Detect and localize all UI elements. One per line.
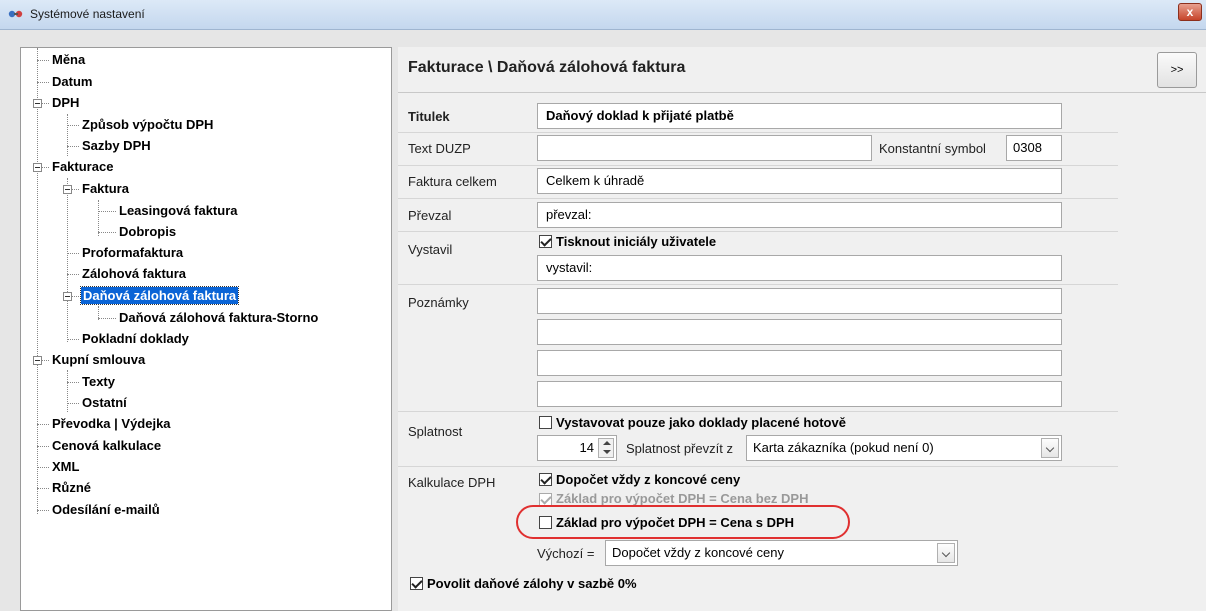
poznamky-line-3[interactable] — [537, 350, 1062, 376]
poznamky-line-4[interactable] — [537, 381, 1062, 407]
tree-item-leasingova-faktura[interactable]: Leasingová faktura — [119, 202, 238, 219]
dopocet-label: Dopočet vždy z koncové ceny — [556, 472, 741, 487]
tree-item-texty[interactable]: Texty — [82, 373, 115, 390]
vystavil-input[interactable]: vystavil: — [537, 255, 1062, 281]
tree-item-zpusob-vypoctu-dph[interactable]: Způsob výpočtu DPH — [82, 116, 213, 133]
text-duzp-label: Text DUZP — [408, 141, 471, 156]
collapse-icon[interactable] — [33, 356, 42, 365]
vychozi-label: Výchozí = — [537, 546, 595, 561]
konstantni-symbol-label: Konstantní symbol — [879, 141, 986, 156]
tisknout-inicialy-checkbox[interactable] — [539, 235, 552, 248]
prevzal-label: Převzal — [408, 208, 452, 223]
faktura-celkem-input[interactable]: Celkem k úhradě — [537, 168, 1062, 194]
window-titlebar: Systémové nastavení x — [0, 0, 1206, 30]
tree-item-cenova-kalkulace[interactable]: Cenová kalkulace — [52, 437, 161, 454]
tree-item-kupni-smlouva[interactable]: Kupní smlouva — [52, 351, 145, 368]
tree-item-datum[interactable]: Datum — [52, 73, 92, 90]
annotation-highlight — [516, 505, 850, 539]
next-section-button[interactable]: >> — [1157, 52, 1197, 88]
faktura-celkem-label: Faktura celkem — [408, 174, 497, 189]
povolit-zalohy-label: Povolit daňové zálohy v sazbě 0% — [427, 576, 637, 591]
tree-item-dobropis[interactable]: Dobropis — [119, 223, 176, 240]
collapse-icon[interactable] — [63, 185, 72, 194]
splatnost-label: Splatnost — [408, 424, 463, 439]
pouze-hotove-label: Vystavovat pouze jako doklady placené ho… — [556, 415, 846, 430]
collapse-icon[interactable] — [33, 163, 42, 172]
konstantni-symbol-input[interactable]: 0308 — [1006, 135, 1062, 161]
tree-item-danova-zalohova-faktura[interactable]: Daňová zálohová faktura — [79, 286, 240, 305]
tree-item-xml[interactable]: XML — [52, 458, 79, 475]
splatnost-days-value: 14 — [579, 440, 594, 455]
collapse-icon[interactable] — [63, 292, 72, 301]
tree-item-danova-zalohova-faktura-storno[interactable]: Daňová zálohová faktura-Storno — [119, 309, 318, 326]
vychozi-value: Dopočet vždy z koncové ceny — [612, 545, 784, 560]
poznamky-line-2[interactable] — [537, 319, 1062, 345]
text-duzp-input[interactable] — [537, 135, 872, 161]
titulek-input[interactable]: Daňový doklad k přijaté platbě — [537, 103, 1062, 129]
tree-item-ruzne[interactable]: Různé — [52, 479, 91, 496]
poznamky-line-1[interactable] — [537, 288, 1062, 314]
tree-item-dph[interactable]: DPH — [52, 94, 79, 111]
poznamky-label: Poznámky — [408, 295, 469, 310]
splatnost-prevzit-select[interactable]: Karta zákazníka (pokud není 0) — [746, 435, 1062, 461]
close-button[interactable]: x — [1178, 3, 1202, 21]
app-icon — [8, 10, 23, 18]
splatnost-prevzit-value: Karta zákazníka (pokud není 0) — [753, 440, 934, 455]
prevzal-input[interactable]: převzal: — [537, 202, 1062, 228]
tree-item-faktura[interactable]: Faktura — [82, 180, 129, 197]
tree-item-fakturace[interactable]: Fakturace — [52, 158, 113, 175]
pouze-hotove-checkbox[interactable] — [539, 416, 552, 429]
tree-item-pokladni-doklady[interactable]: Pokladní doklady — [82, 330, 189, 347]
kalkulace-dph-label: Kalkulace DPH — [408, 475, 496, 490]
settings-tree[interactable]: Měna Datum DPH Způsob výpočtu DPH Sazby … — [20, 47, 392, 611]
tisknout-inicialy-label: Tisknout iniciály uživatele — [556, 234, 717, 249]
chevron-down-icon[interactable] — [937, 543, 955, 563]
tree-item-proformafaktura[interactable]: Proformafaktura — [82, 244, 183, 261]
vystavil-label: Vystavil — [408, 242, 453, 257]
vychozi-select[interactable]: Dopočet vždy z koncové ceny — [605, 540, 958, 566]
tree-item-prevodka-vydejka[interactable]: Převodka | Výdejka — [52, 415, 171, 432]
splatnost-prevzit-label: Splatnost převzít z — [626, 441, 733, 456]
splatnost-days-stepper[interactable]: 14 — [537, 435, 617, 461]
tree-item-ostatni[interactable]: Ostatní — [82, 394, 127, 411]
collapse-icon[interactable] — [33, 99, 42, 108]
panel-title: Fakturace \ Daňová zálohová faktura — [408, 59, 686, 76]
povolit-zalohy-checkbox[interactable] — [410, 577, 423, 590]
tree-item-mena[interactable]: Měna — [52, 51, 85, 68]
window-title: Systémové nastavení — [30, 7, 145, 21]
tree-item-sazby-dph[interactable]: Sazby DPH — [82, 137, 151, 154]
chevron-down-icon[interactable] — [1041, 438, 1059, 458]
zaklad-bez-dph-label: Základ pro výpočet DPH = Cena bez DPH — [556, 491, 809, 506]
tree-item-zalohova-faktura[interactable]: Zálohová faktura — [82, 265, 186, 282]
titulek-label: Titulek — [408, 109, 450, 124]
spin-arrows-icon[interactable] — [598, 438, 614, 458]
dopocet-checkbox[interactable] — [539, 473, 552, 486]
tree-item-odesilani-emailu[interactable]: Odesílání e-mailů — [52, 501, 160, 518]
